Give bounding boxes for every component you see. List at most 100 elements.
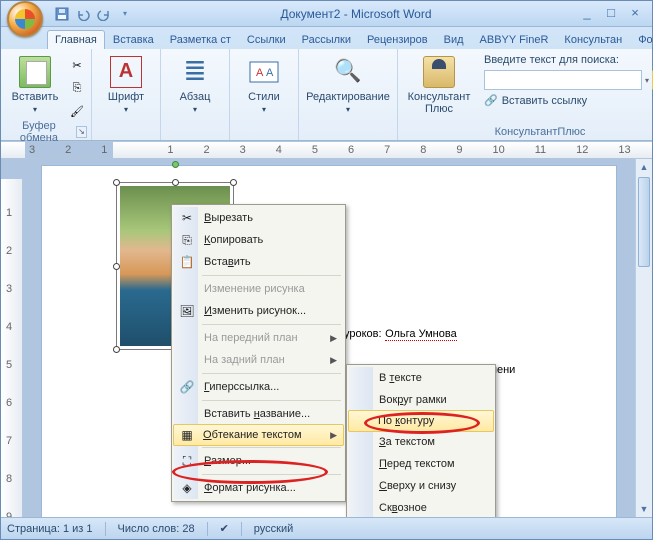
- window-title: Документ2 - Microsoft Word: [134, 7, 578, 21]
- paste-button[interactable]: Вставить▾: [5, 51, 65, 121]
- context-menu-icon-10: 🔗: [179, 379, 195, 395]
- cut-icon[interactable]: ✂: [67, 55, 87, 75]
- group-consultant: Консультант Плюс Введите текст для поиск…: [398, 49, 653, 140]
- context-menu-item-12[interactable]: Вставить название...: [174, 403, 343, 425]
- context-menu-icon-17: ◈: [179, 480, 195, 496]
- styles-button[interactable]: AAСтили▾: [234, 51, 294, 121]
- wrap-submenu: В тексте Вокруг рамкиПо контуру За текстом…: [346, 364, 496, 517]
- wrap-submenu-item-1[interactable]: Вокруг рамки: [349, 389, 493, 411]
- vertical-scrollbar[interactable]: ▲ ▼: [635, 159, 652, 517]
- scroll-down-icon[interactable]: ▼: [636, 501, 652, 517]
- tab-view[interactable]: Вид: [436, 30, 472, 49]
- context-menu-label-12: Вставить название...: [204, 408, 310, 420]
- tab-insert[interactable]: Вставка: [105, 30, 162, 49]
- tab-consultant[interactable]: Консультан: [556, 30, 630, 49]
- editing-button[interactable]: 🔍Редактирование▾: [303, 51, 393, 121]
- context-menu-item-10[interactable]: 🔗Гиперссылка...: [174, 376, 343, 398]
- wrap-submenu-item-2[interactable]: По контуру: [348, 410, 494, 432]
- tab-home[interactable]: Главная: [47, 30, 105, 49]
- scroll-thumb[interactable]: [638, 177, 650, 267]
- minimize-button[interactable]: _: [578, 6, 596, 22]
- status-words[interactable]: Число слов: 28: [118, 523, 195, 535]
- context-menu-label-0: Вырезать: [204, 212, 253, 224]
- app-window: ▾ Документ2 - Microsoft Word _ □ × Главн…: [0, 0, 653, 540]
- copy-icon[interactable]: ⎘: [67, 78, 87, 98]
- tab-format[interactable]: Формат: [630, 30, 653, 49]
- undo-icon[interactable]: [74, 5, 92, 23]
- office-button[interactable]: [7, 1, 43, 37]
- context-menu-icon-5: 🖼: [179, 303, 195, 319]
- document-area: 12345678910 уроков: Ольга Умнова Тутаевс…: [1, 159, 652, 517]
- restore-button[interactable]: □: [602, 6, 620, 22]
- group-font: AШрифт▾: [92, 49, 161, 140]
- context-menu-icon-13: ▦: [179, 427, 195, 443]
- link-icon: 🔗: [484, 94, 498, 107]
- qat-dropdown-icon[interactable]: ▾: [116, 5, 134, 23]
- svg-text:A: A: [266, 67, 274, 79]
- consultant-button[interactable]: Консультант Плюс: [402, 51, 476, 121]
- statusbar: Страница: 1 из 1 Число слов: 28 ✔ русски…: [1, 517, 652, 539]
- search-input[interactable]: [484, 70, 642, 90]
- ruler-horizontal[interactable]: 3211234567891011121314151617: [1, 141, 652, 159]
- tab-review[interactable]: Рецензиров: [359, 30, 436, 49]
- context-menu-icon-15: ⛶: [179, 453, 195, 469]
- svg-text:A: A: [256, 67, 264, 79]
- wrap-submenu-item-0[interactable]: В тексте: [349, 367, 493, 389]
- status-language[interactable]: русский: [254, 523, 293, 535]
- paragraph-icon: ≣: [179, 56, 211, 88]
- save-icon[interactable]: [53, 5, 71, 23]
- tab-mailings[interactable]: Рассылки: [294, 30, 359, 49]
- context-menu-item-7: На передний план▶: [174, 327, 343, 349]
- find-icon: 🔍: [332, 56, 364, 88]
- paragraph-button[interactable]: ≣Абзац▾: [165, 51, 225, 121]
- paste-label: Вставить: [12, 91, 59, 103]
- context-menu-label-8: На задний план: [204, 354, 285, 366]
- font-button[interactable]: AШрифт▾: [96, 51, 156, 121]
- context-menu-label-4: Изменение рисунка: [204, 283, 305, 295]
- context-menu-label-7: На передний план: [204, 332, 298, 344]
- insert-link-label: Вставить ссылку: [502, 95, 587, 107]
- tab-references[interactable]: Ссылки: [239, 30, 294, 49]
- wrap-submenu-label-0: В тексте: [379, 372, 422, 384]
- tab-abbyy[interactable]: ABBYY FineR: [472, 30, 557, 49]
- wrap-submenu-label-3: За текстом: [379, 436, 435, 448]
- wrap-submenu-label-5: Сверху и снизу: [379, 480, 456, 492]
- group-paragraph: ≣Абзац▾: [161, 49, 230, 140]
- context-menu-item-15[interactable]: ⛶Размер...: [174, 450, 343, 472]
- context-menu-icon-1: ⎘: [179, 232, 195, 248]
- font-icon: A: [110, 56, 142, 88]
- group-editing: 🔍Редактирование▾: [299, 49, 398, 140]
- close-button[interactable]: ×: [626, 6, 644, 22]
- format-painter-icon[interactable]: 🖌: [67, 101, 87, 121]
- insert-link-button[interactable]: 🔗 Вставить ссылку: [484, 94, 653, 107]
- tab-pagelayout[interactable]: Разметка ст: [162, 30, 239, 49]
- context-menu-item-17[interactable]: ◈ Формат рисунка...: [174, 477, 343, 499]
- doc-text-1b: Ольга Умнова: [385, 328, 457, 341]
- context-menu-item-1[interactable]: ⎘Копировать: [174, 229, 343, 251]
- wrap-submenu-item-3[interactable]: За текстом: [349, 431, 493, 453]
- styles-label: Стили: [248, 91, 280, 103]
- redo-icon[interactable]: [95, 5, 113, 23]
- wrap-submenu-label-4: Перед текстом: [379, 458, 455, 470]
- wrap-submenu-item-4[interactable]: Перед текстом: [349, 453, 493, 475]
- ribbon: Вставить▾ ✂ ⎘ 🖌 Буфер обмена↘ AШрифт▾ ≣А…: [1, 49, 652, 141]
- wrap-submenu-label-6: Сквозное: [379, 502, 427, 514]
- status-page[interactable]: Страница: 1 из 1: [7, 523, 93, 535]
- context-menu-item-2[interactable]: 📋Вставить: [174, 251, 343, 273]
- context-menu-label-17: Формат рисунка...: [204, 482, 296, 494]
- clipboard-launcher[interactable]: ↘: [76, 126, 87, 138]
- status-spellcheck-icon[interactable]: ✔: [220, 522, 229, 535]
- scroll-up-icon[interactable]: ▲: [636, 159, 652, 175]
- context-menu-item-4: Изменение рисунка: [174, 278, 343, 300]
- paragraph-label: Абзац: [180, 91, 211, 103]
- window-controls: _ □ ×: [578, 6, 644, 22]
- wrap-submenu-item-6[interactable]: Сквозное: [349, 497, 493, 517]
- context-menu-item-0[interactable]: ✂Вырезать: [174, 207, 343, 229]
- paste-icon: [19, 56, 51, 88]
- ruler-vertical[interactable]: 12345678910: [1, 159, 23, 517]
- submenu-arrow-icon: ▶: [330, 430, 337, 441]
- titlebar: ▾ Документ2 - Microsoft Word _ □ ×: [1, 1, 652, 27]
- wrap-submenu-item-5[interactable]: Сверху и снизу: [349, 475, 493, 497]
- context-menu-item-13[interactable]: ▦Обтекание текстом▶: [173, 424, 344, 446]
- context-menu-item-5[interactable]: 🖼Изменить рисунок...: [174, 300, 343, 322]
